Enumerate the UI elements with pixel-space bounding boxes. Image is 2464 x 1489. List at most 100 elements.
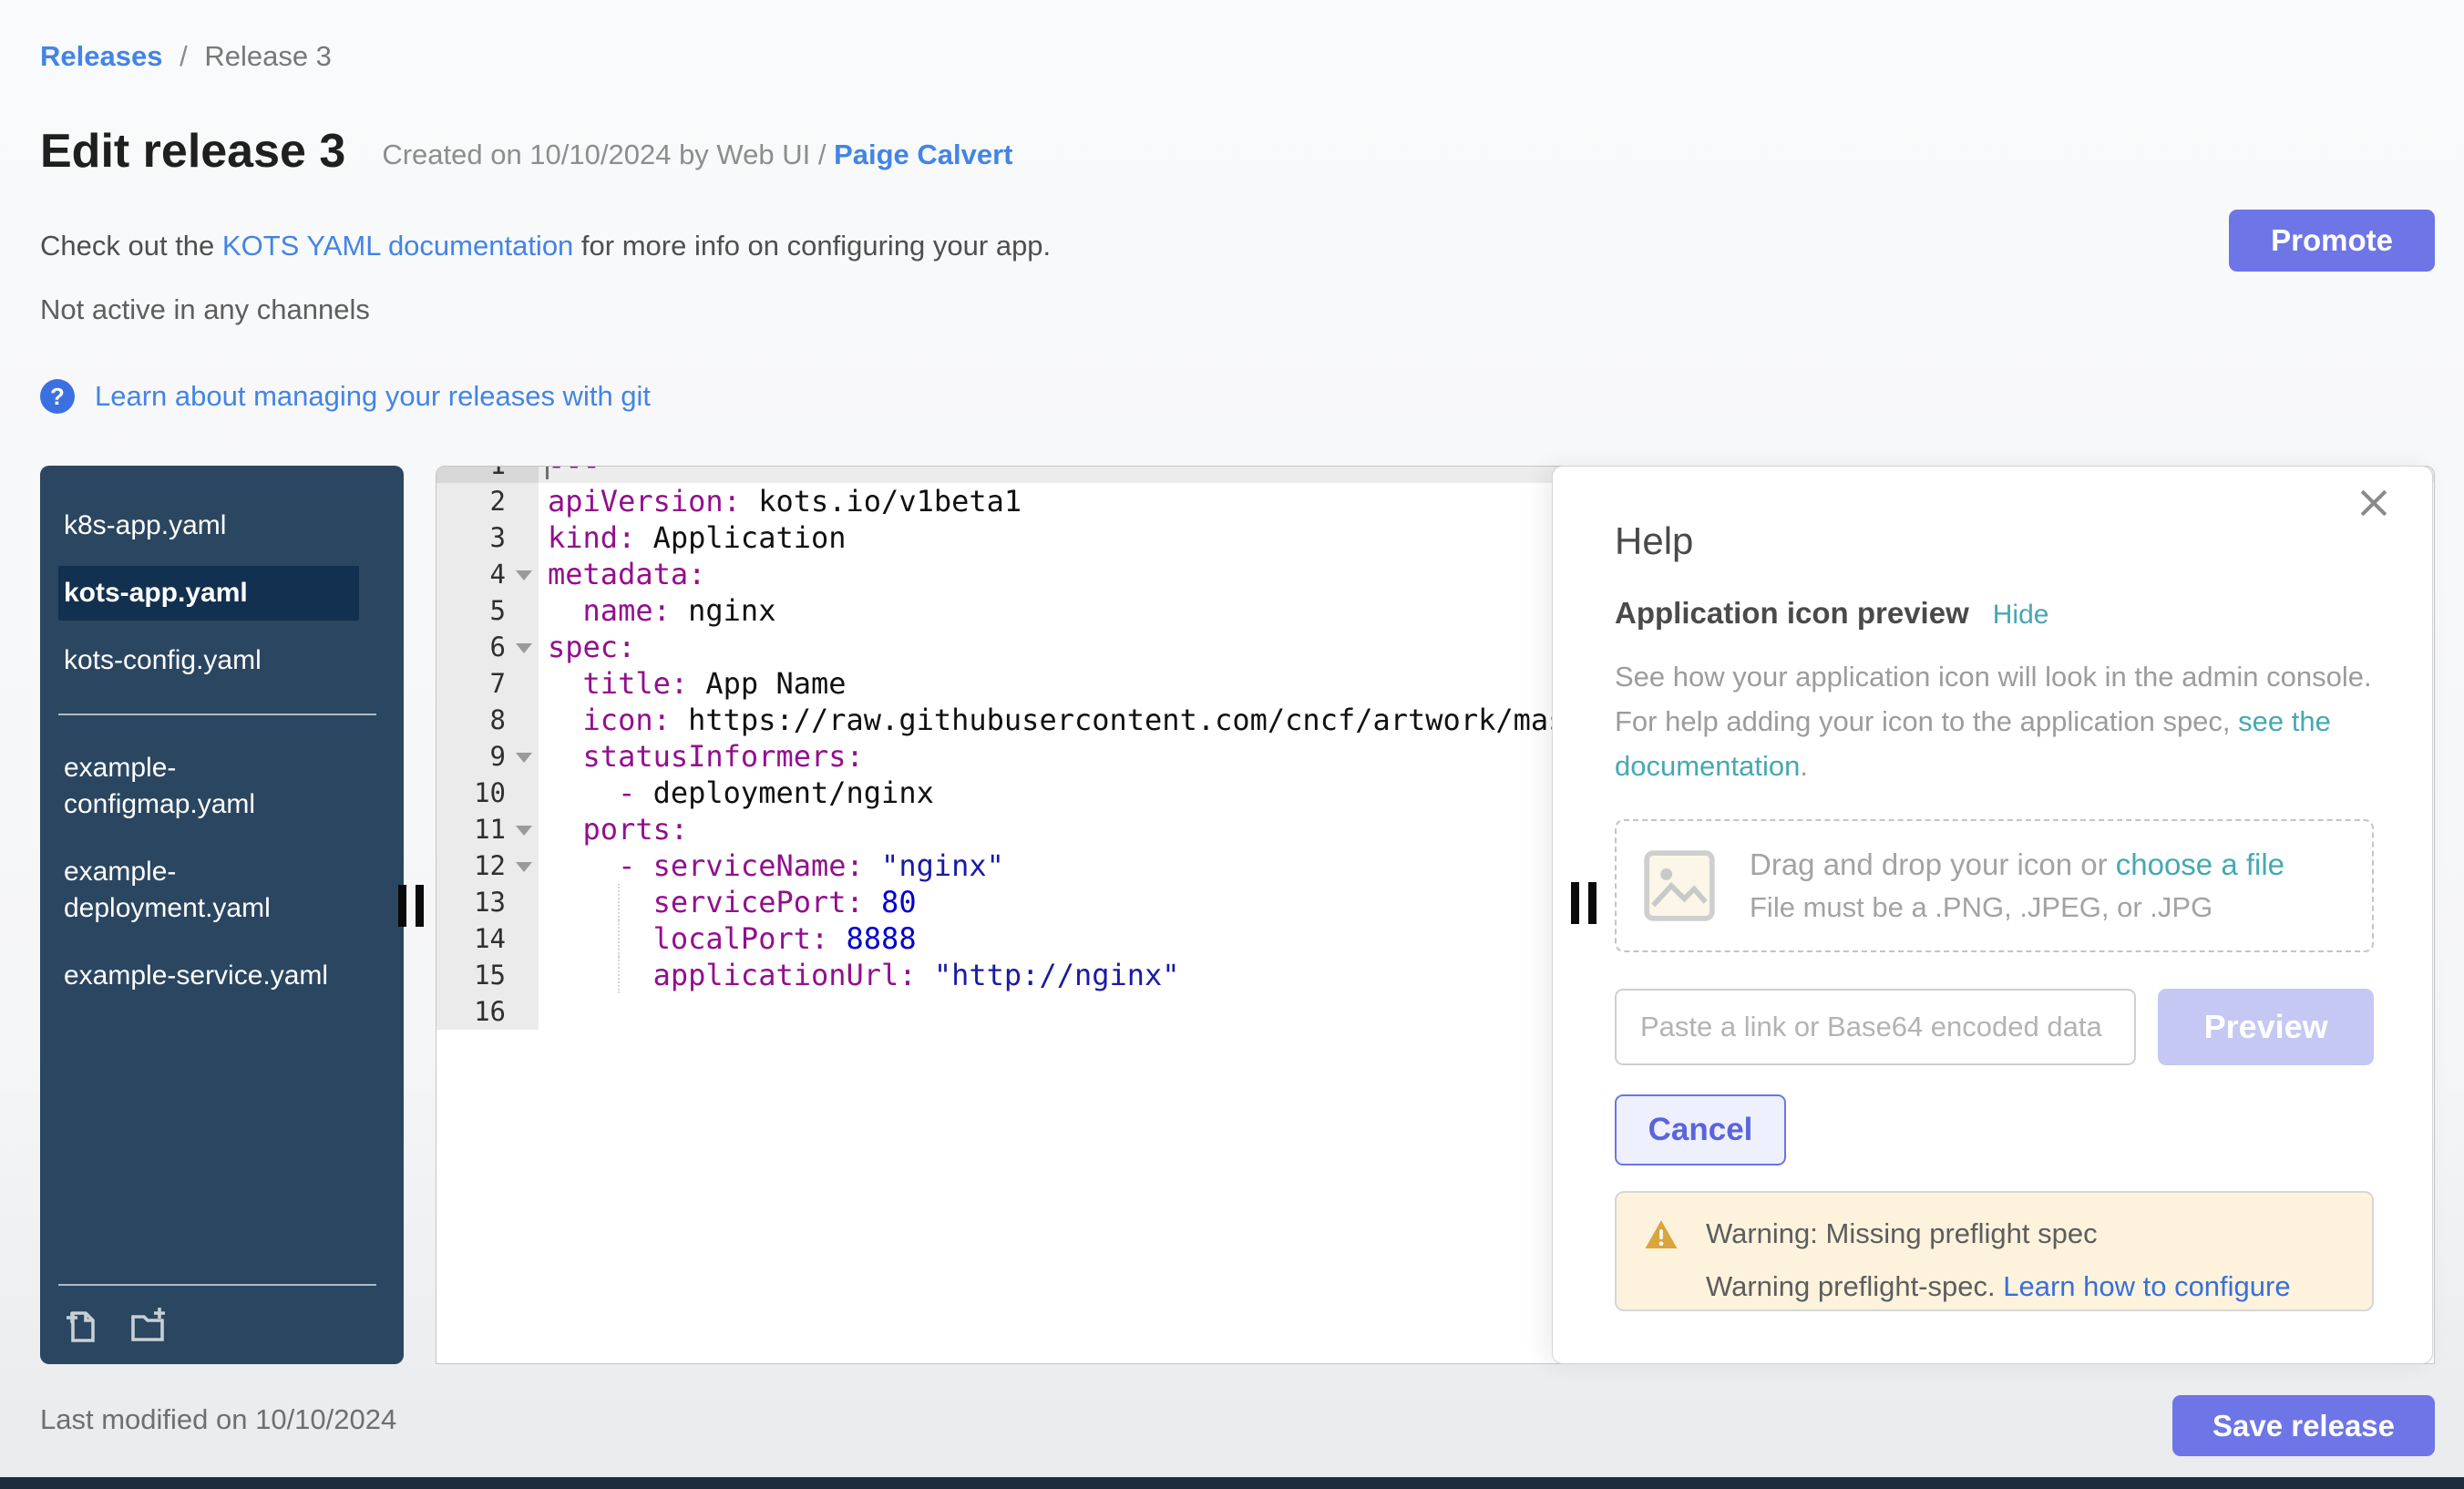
question-circle-icon[interactable]: ? (40, 379, 75, 414)
gutter-cell: 3 (436, 519, 539, 556)
gutter-cell: 13 (436, 884, 539, 920)
token: nginx (671, 593, 776, 628)
docs-suffix: for more info on configuring your app. (573, 230, 1051, 262)
preview-button[interactable]: Preview (2158, 989, 2374, 1065)
gutter-cell: 5 (436, 592, 539, 629)
file-item-k8s-app.yaml[interactable]: k8s-app.yaml (58, 498, 341, 553)
file-list: k8s-app.yaml kots-app.yaml kots-config.yam… (40, 466, 404, 1003)
learn-configure-link[interactable]: Learn how to configure (2003, 1270, 2290, 1302)
gutter-cell: 9 (436, 738, 539, 775)
token (548, 848, 618, 883)
fold-arrow-icon[interactable] (516, 753, 532, 763)
bottom-bar (0, 1477, 2464, 1489)
git-releases-link[interactable]: Learn about managing your releases with … (95, 380, 651, 413)
breadcrumb-separator: / (180, 40, 188, 72)
token: statusInformers: (583, 739, 864, 774)
token: localPort: (653, 921, 829, 956)
gutter-cell: 2 (436, 483, 539, 519)
warning-title: Warning: Missing preflight spec (1706, 1215, 2291, 1253)
docs-prefix: Check out the (40, 230, 222, 262)
drop-hint: File must be a .PNG, .JPEG, or .JPG (1750, 891, 2284, 924)
token (864, 848, 881, 883)
docs-line: Check out the KOTS YAML documentation fo… (40, 230, 1051, 262)
file-item-example-service.yaml[interactable]: example-service.yaml (58, 949, 341, 1003)
token (548, 703, 583, 737)
created-text: Created on 10/10/2024 by Web UI / (382, 139, 834, 170)
token: 8888 (847, 921, 917, 956)
gutter-cell: 16 (436, 993, 539, 1030)
breadcrumb: Releases / Release 3 (40, 40, 332, 73)
token (548, 921, 653, 956)
token: applicationUrl: (653, 958, 917, 992)
icon-preview-section-header: Application icon preview Hide (1615, 596, 2374, 631)
token: icon: (583, 703, 671, 737)
file-item-example-deployment.yaml[interactable]: example-deployment.yaml (58, 845, 341, 936)
token: Application (635, 520, 846, 555)
section-title: Application icon preview (1615, 596, 1969, 631)
gutter-cell: 15 (436, 957, 539, 993)
token (864, 885, 881, 919)
token: - (618, 848, 653, 883)
fold-arrow-icon[interactable] (516, 643, 532, 653)
page-title: Edit release 3 (40, 124, 345, 179)
file-item-example-configmap.yaml[interactable]: example-configmap.yaml (58, 741, 341, 832)
save-release-button[interactable]: Save release (2172, 1395, 2435, 1456)
gutter-cell: 1 (436, 466, 539, 483)
sidebar-divider (58, 714, 376, 715)
drop-text: Drag and drop your icon or (1750, 847, 2116, 881)
help-panel: Help Application icon preview Hide See h… (1552, 466, 2433, 1364)
gutter-cell: 4 (436, 556, 539, 592)
token (548, 739, 583, 774)
token (548, 666, 583, 701)
help-resize-handle[interactable] (1571, 882, 1596, 924)
hide-link[interactable]: Hide (1993, 600, 2049, 631)
gutter-cell: 7 (436, 665, 539, 702)
channel-status: Not active in any channels (40, 293, 370, 326)
gutter-cell: 8 (436, 702, 539, 738)
gutter-cell: 14 (436, 920, 539, 957)
release-editor-page: Releases / Release 3 Edit release 3 Crea… (0, 0, 2464, 1489)
gutter-cell: 12 (436, 847, 539, 884)
cancel-button[interactable]: Cancel (1615, 1094, 1786, 1166)
fold-arrow-icon[interactable] (516, 570, 532, 580)
sidebar-resize-handle[interactable] (398, 885, 424, 927)
token: "http://nginx" (934, 958, 1180, 992)
gutter-cell: 10 (436, 775, 539, 811)
warning-body: Warning preflight-spec. (1706, 1270, 2003, 1302)
token: https://raw.githubusercontent.com/cncf/a… (671, 703, 1637, 737)
breadcrumb-releases-link[interactable]: Releases (40, 40, 162, 72)
fold-arrow-icon[interactable] (516, 826, 532, 836)
kots-yaml-docs-link[interactable]: KOTS YAML documentation (222, 230, 573, 262)
choose-file-link[interactable]: choose a file (2116, 847, 2284, 881)
created-info: Created on 10/10/2024 by Web UI / Paige … (382, 139, 1012, 179)
last-modified: Last modified on 10/10/2024 (40, 1403, 396, 1436)
git-help-line[interactable]: ? Learn about managing your releases wit… (40, 379, 651, 414)
sidebar-footer (58, 1284, 376, 1348)
token: --- (548, 466, 601, 482)
gutter-cell: 6 (436, 629, 539, 665)
title-row: Edit release 3 Created on 10/10/2024 by … (40, 124, 1013, 179)
icon-dropzone[interactable]: Drag and drop your icon or choose a file… (1615, 819, 2374, 952)
text-cursor (546, 466, 549, 479)
help-description: See how your application icon will look … (1615, 654, 2391, 788)
icon-url-input[interactable] (1615, 989, 2136, 1065)
promote-button[interactable]: Promote (2229, 210, 2435, 272)
token: "nginx" (881, 848, 1004, 883)
help-title: Help (1615, 519, 2374, 563)
file-sidebar: k8s-app.yaml kots-app.yaml kots-config.yam… (40, 466, 404, 1364)
token: name: (583, 593, 671, 628)
file-item-kots-app.yaml[interactable]: kots-app.yaml (58, 566, 359, 621)
close-icon[interactable] (2354, 483, 2394, 523)
token (548, 775, 618, 810)
gutter-cell: 11 (436, 811, 539, 847)
dropzone-text: Drag and drop your icon or choose a file… (1750, 847, 2284, 924)
file-item-kots-config.yaml[interactable]: kots-config.yaml (58, 633, 341, 688)
warning-content: Warning: Missing preflight spec Warning … (1706, 1215, 2291, 1306)
add-folder-icon[interactable] (126, 1304, 169, 1348)
token: - (618, 775, 653, 810)
token: kind: (548, 520, 635, 555)
token: metadata: (548, 557, 705, 591)
add-file-icon[interactable] (58, 1304, 102, 1348)
fold-arrow-icon[interactable] (516, 862, 532, 872)
author-link[interactable]: Paige Calvert (834, 139, 1012, 170)
